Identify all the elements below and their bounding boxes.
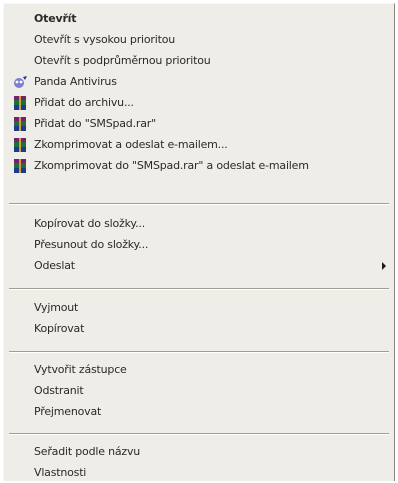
submenu-arrow-icon [382, 262, 386, 270]
menu-item-label: Otevřít s vysokou prioritou [34, 33, 176, 46]
menu-item-label: Přesunout do složky... [34, 238, 149, 251]
menu-item-move-to-folder[interactable]: Přesunout do složky... [4, 235, 394, 255]
menu-separator [9, 351, 389, 353]
menu-item-label: Seřadit podle názvu [34, 445, 141, 458]
menu-item-open-high-priority[interactable]: Otevřít s vysokou prioritou [4, 30, 394, 50]
menu-item-create-shortcut[interactable]: Vytvořit zástupce [4, 360, 394, 380]
menu-item-compress-and-email[interactable]: Zkomprimovat a odeslat e-mailem... [4, 135, 394, 155]
menu-item-label: Otevřít s podprůměrnou prioritou [34, 54, 211, 67]
menu-item-label: Odstranit [34, 384, 84, 397]
panda-antivirus-icon [14, 76, 27, 88]
winrar-archive-icon [14, 138, 26, 152]
menu-item-add-to-smspad-rar[interactable]: Přidat do "SMSpad.rar" [4, 114, 394, 134]
menu-item-label: Panda Antivirus [34, 75, 117, 88]
menu-separator [9, 288, 389, 290]
menu-item-label: Přidat do "SMSpad.rar" [34, 117, 156, 130]
winrar-archive-icon [14, 96, 26, 110]
menu-item-label: Otevřít [34, 12, 77, 25]
menu-item-label: Přidat do archivu... [34, 96, 134, 109]
menu-item-sort-by-name[interactable]: Seřadit podle názvu [4, 442, 394, 462]
menu-item-label: Vyjmout [34, 301, 79, 314]
winrar-archive-icon [14, 159, 26, 173]
menu-item-add-to-archive[interactable]: Přidat do archivu... [4, 93, 394, 113]
menu-item-properties[interactable]: Vlastnosti [4, 463, 394, 483]
menu-item-label: Zkomprimovat a odeslat e-mailem... [34, 138, 228, 151]
menu-item-label: Vytvořit zástupce [34, 363, 127, 376]
menu-item-label: Kopírovat do složky... [34, 217, 146, 230]
menu-item-cut[interactable]: Vyjmout [4, 298, 394, 318]
menu-item-rename[interactable]: Přejmenovat [4, 402, 394, 422]
menu-item-compress-to-smspad-rar-and-email[interactable]: Zkomprimovat do "SMSpad.rar" a odeslat e… [4, 156, 394, 176]
menu-item-panda-antivirus[interactable]: Panda Antivirus [4, 72, 394, 92]
menu-item-copy[interactable]: Kopírovat [4, 319, 394, 339]
menu-item-label: Zkomprimovat do "SMSpad.rar" a odeslat e… [34, 159, 309, 172]
context-menu: Otevřít Otevřít s vysokou prioritou Otev… [3, 3, 395, 481]
menu-item-label: Vlastnosti [34, 466, 87, 479]
menu-item-label: Přejmenovat [34, 405, 102, 418]
winrar-archive-icon [14, 117, 26, 131]
menu-item-delete[interactable]: Odstranit [4, 381, 394, 401]
menu-item-label: Odeslat [34, 259, 75, 272]
menu-separator [9, 203, 389, 205]
menu-item-label: Kopírovat [34, 322, 85, 335]
menu-item-open[interactable]: Otevřít [4, 9, 394, 29]
menu-item-open-below-normal-priority[interactable]: Otevřít s podprůměrnou prioritou [4, 51, 394, 71]
menu-item-copy-to-folder[interactable]: Kopírovat do složky... [4, 214, 394, 234]
menu-item-send-to[interactable]: Odeslat [4, 256, 394, 276]
menu-separator [9, 433, 389, 435]
